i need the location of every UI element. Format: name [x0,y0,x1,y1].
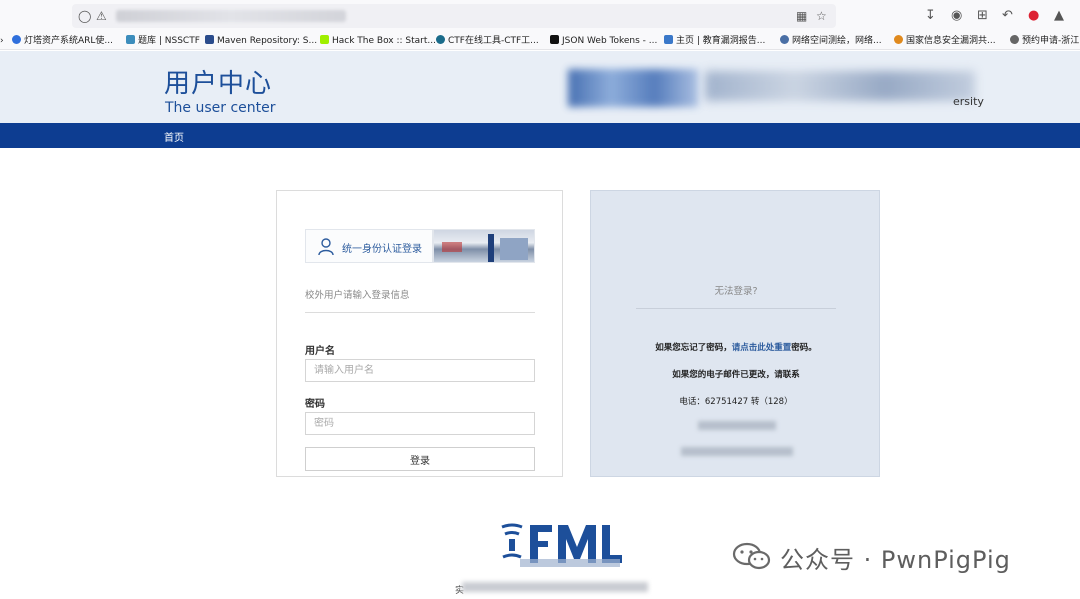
university-logo-blurred [568,69,698,107]
user-icon [318,238,334,256]
qr-code-icon[interactable]: ▦ [796,9,807,23]
undo-icon[interactable]: ↶ [1002,8,1013,24]
bookmarks-bar: › 灯塔资产系统ARL使... 题库 | NSSCTF Maven Reposi… [0,32,1080,50]
university-name-tail: ersity [953,95,984,108]
nav-home-link[interactable]: 首页 [164,129,184,144]
site-favicon [436,35,445,44]
bookmark-item[interactable]: JSON Web Tokens - ... [550,35,657,47]
address-bar[interactable]: ◯ ⚠ ▦ ☆ [72,4,836,28]
bookmark-item[interactable]: 灯塔资产系统ARL使... [12,35,113,47]
username-label: 用户名 [305,346,335,357]
bookmark-item[interactable]: 题库 | NSSCTF [126,35,200,47]
contact-blurred [698,421,776,430]
divider [305,312,535,313]
contact-blurred [681,447,793,456]
site-favicon [550,35,559,44]
account-icon[interactable]: ◉ [951,8,962,24]
login-button[interactable]: 登录 [305,447,535,471]
shield-icon[interactable]: ◯ [78,9,91,23]
bookmark-item[interactable]: Hack The Box :: Start... [320,35,436,47]
forgot-password-text: 如果您忘记了密码，请点击此处重置密码。 [655,343,817,353]
site-favicon [126,35,135,44]
email-changed-text: 如果您的电子邮件已更改，请联系 [672,370,800,380]
site-favicon [205,35,214,44]
footer-logo [501,523,622,567]
bookmark-item[interactable]: 网络空间测绘，网络... [780,35,882,47]
address-url-blurred [116,10,346,22]
footer-text-blurred [462,582,648,592]
bookmark-item[interactable]: 预约申请-浙江... [1010,35,1080,47]
sso-login-button[interactable]: 统一身份认证登录 [305,229,433,263]
site-favicon [780,35,789,44]
watermark-text: 公众号 · PwnPigPig [780,546,1011,574]
extension-icon[interactable]: ● [1028,8,1039,24]
university-name-blurred [705,71,975,101]
divider [636,308,836,309]
bookmark-star-icon[interactable]: ☆ [816,9,827,23]
site-favicon [664,35,673,44]
help-title: 无法登录? [714,286,758,297]
password-input[interactable] [305,412,535,435]
reset-password-link[interactable]: 请点击此处重置 [732,343,792,353]
contact-phone: 电话：62751427 转（128） [679,397,793,407]
wechat-icon [732,542,771,570]
campus-photo [433,229,535,263]
login-card: 统一身份认证登录 校外用户请输入登录信息 用户名 密码 登录 [276,190,563,477]
site-favicon [894,35,903,44]
username-input[interactable] [305,359,535,382]
bookmark-item[interactable]: Maven Repository: S... [205,35,317,47]
bookmark-item[interactable]: CTF在线工具-CTF工... [436,35,539,47]
globe-icon [1010,35,1019,44]
hat-extension-icon[interactable]: ▲ [1054,8,1064,24]
site-favicon [320,35,329,44]
site-permissions-icon[interactable]: ⚠ [96,9,107,23]
bookmark-item[interactable]: 国家信息安全漏洞共... [894,35,996,47]
bookmark-item[interactable]: 主页 | 教育漏洞报告... [664,35,765,47]
search-icon [12,35,21,44]
downloads-icon[interactable]: ↧ [925,8,936,24]
sso-login-label: 统一身份认证登录 [342,244,422,255]
page-subtitle: The user center [165,100,276,116]
site-header: 用户中心 The user center ersity [0,51,1080,123]
browser-toolbar: ◯ ⚠ ▦ ☆ ↧ ◉ ⊞ ↶ ● ▲ [0,0,1080,32]
bookmark-item[interactable]: › [0,35,4,47]
external-user-hint: 校外用户请输入登录信息 [305,290,410,301]
page-title: 用户中心 [164,69,273,99]
main-nav: 首页 [0,123,1080,148]
password-label: 密码 [305,399,325,410]
crop-icon[interactable]: ⊞ [977,8,988,24]
help-panel: 无法登录? 如果您忘记了密码，请点击此处重置密码。 如果您的电子邮件已更改，请联… [590,190,880,477]
